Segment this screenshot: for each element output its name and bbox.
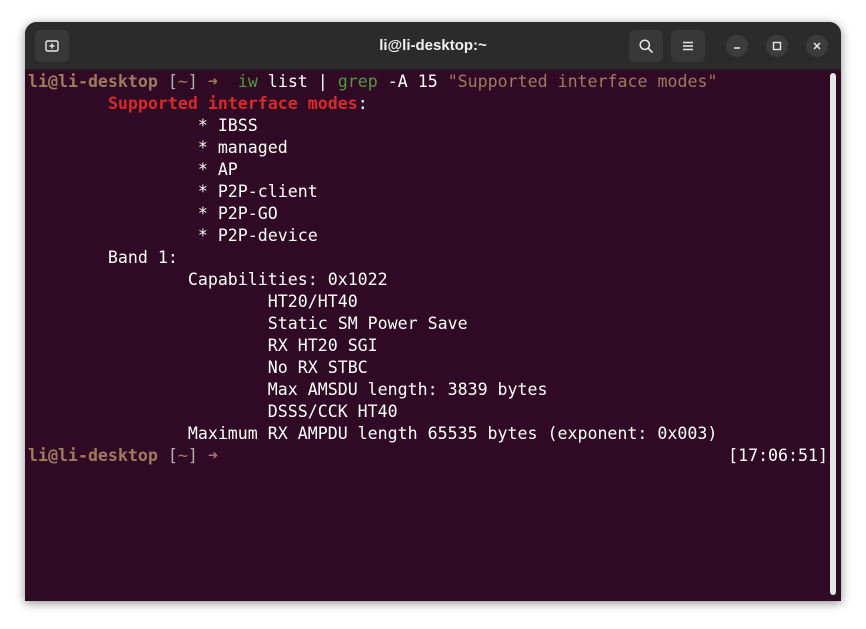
current-prompt: li@li-desktop [~] ➜ <box>28 445 218 467</box>
command-pattern: "Supported interface modes" <box>447 72 718 91</box>
output-line: Maximum RX AMPDU length 65535 bytes (exp… <box>28 424 718 443</box>
prompt-clock: [17:06:51] <box>728 446 828 465</box>
grep-match: Supported interface modes <box>107 94 358 113</box>
maximize-icon <box>772 41 782 51</box>
command-flags: -A 15 <box>377 72 448 91</box>
output-line: Static SM Power Save <box>28 314 468 333</box>
prompt-arrow: ➜ <box>207 446 218 465</box>
hamburger-menu-icon <box>683 41 693 51</box>
prompt-bracket: [ <box>167 446 178 465</box>
prompt-user-host: li@li-desktop <box>28 446 158 465</box>
output-line: DSSS/CCK HT40 <box>28 402 398 421</box>
window-title: li@li-desktop:~ <box>379 37 487 54</box>
output-line: No RX STBC <box>28 358 368 377</box>
terminal-output[interactable]: li@li-desktop [~] ➜ iw list | grep -A 15… <box>28 71 828 597</box>
prompt-bracket: [ <box>167 72 178 91</box>
output-line: * IBSS <box>28 116 258 135</box>
command-args: list <box>257 72 318 91</box>
output-indent <box>28 94 108 113</box>
terminal-window: li@li-desktop: ~ li@li-desktop [~] ➜ iw l… <box>25 22 841 601</box>
output-text: : <box>357 94 368 113</box>
command-pipe: | <box>317 72 338 91</box>
close-button[interactable] <box>806 35 828 57</box>
title-bar[interactable]: li@li-desktop:~ <box>25 22 841 70</box>
prompt-bracket: ] <box>187 72 198 91</box>
output-line: Band 1: <box>28 248 178 267</box>
prompt-user-host: li@li-desktop <box>28 72 158 91</box>
output-line: * P2P-client <box>28 182 318 201</box>
command-grep: grep <box>337 72 378 91</box>
output-line: * AP <box>28 160 238 179</box>
menu-button[interactable] <box>671 30 705 62</box>
minimize-icon <box>734 47 740 49</box>
output-line: Max AMSDU length: 3839 bytes <box>28 380 548 399</box>
output-line: RX HT20 SGI <box>28 336 378 355</box>
maximize-button[interactable] <box>766 35 788 57</box>
output-line: * managed <box>28 138 288 157</box>
output-line: HT20/HT40 <box>28 292 358 311</box>
search-icon <box>639 39 653 53</box>
output-line: * P2P-device <box>28 226 318 245</box>
output-line: Supported interface modes: <box>28 93 368 115</box>
output-line: * P2P-GO <box>28 204 278 223</box>
minimize-button[interactable] <box>726 35 748 57</box>
prompt-arrow: ➜ <box>207 72 218 91</box>
prompt-dir: ~ <box>177 72 188 91</box>
prompt-bracket: ] <box>187 446 198 465</box>
prompt-dir: ~ <box>177 446 188 465</box>
output-line: Capabilities: 0x1022 <box>28 270 388 289</box>
command-line: li@li-desktop [~] ➜ iw list | grep -A 15… <box>28 71 717 93</box>
command-program: iw <box>237 72 258 91</box>
search-button[interactable] <box>629 30 663 62</box>
scrollbar[interactable] <box>830 73 836 595</box>
close-icon <box>813 42 821 50</box>
